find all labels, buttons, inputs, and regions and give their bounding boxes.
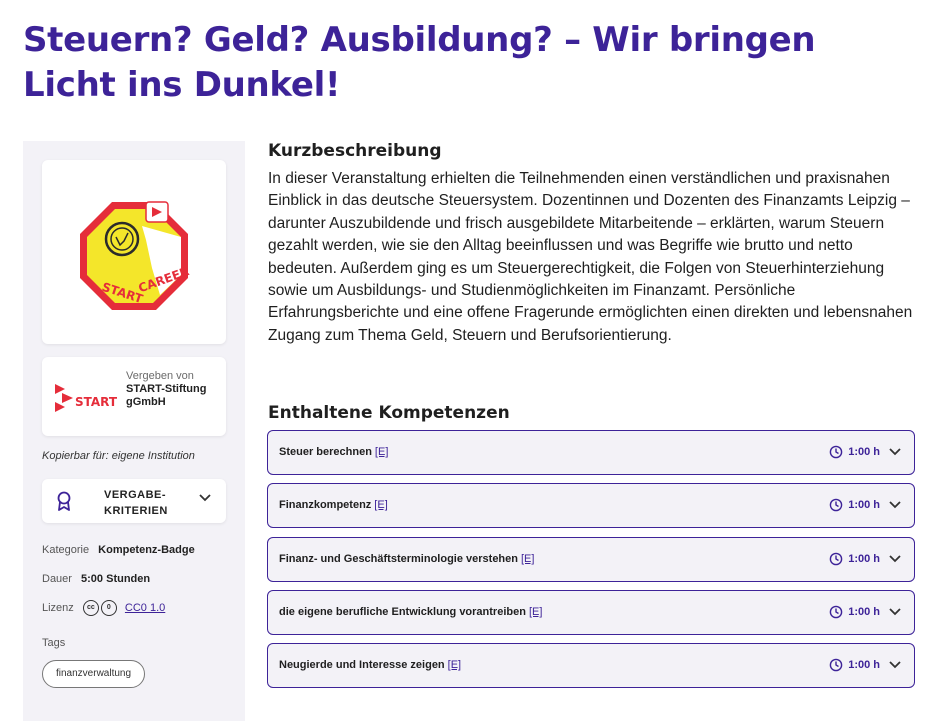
competency-item[interactable]: Finanzkompetenz [E] 1:00 h xyxy=(267,483,915,528)
clock-icon xyxy=(829,658,843,672)
duration-label: Dauer xyxy=(42,573,72,585)
competency-name: Steuer berechnen xyxy=(279,446,372,458)
badge-sidebar: START CAREER START Vergeben von START-St… xyxy=(23,141,245,721)
competency-name: die eigene berufliche Entwicklung vorant… xyxy=(279,606,526,618)
cc-icon: cc xyxy=(82,600,99,616)
competency-duration: 1:00 h xyxy=(848,446,880,458)
clock-icon xyxy=(829,498,843,512)
description-heading: Kurzbeschreibung xyxy=(268,141,442,161)
copyable-note: Kopierbar für: eigene Institution xyxy=(42,450,195,462)
clock-icon xyxy=(829,552,843,566)
category-value: Kompetenz-Badge xyxy=(98,544,195,556)
competency-duration: 1:00 h xyxy=(848,659,880,671)
competencies-heading: Enthaltene Kompetenzen xyxy=(268,403,510,423)
competency-item[interactable]: Steuer berechnen [E] 1:00 h xyxy=(267,430,915,475)
tag-finanzverwaltung[interactable]: finanzverwaltung xyxy=(42,660,146,688)
issuer-caption: Vergeben von xyxy=(126,370,194,382)
competency-name: Finanzkompetenz xyxy=(279,499,372,511)
clock-icon xyxy=(829,445,843,459)
esco-link[interactable]: [E] xyxy=(374,499,387,511)
duration-value: 5:00 Stunden xyxy=(81,573,151,585)
license-label: Lizenz xyxy=(42,601,74,614)
zero-icon: 0 xyxy=(100,600,117,616)
license-link[interactable]: CC0 1.0 xyxy=(125,602,165,614)
competency-item[interactable]: Finanz- und Geschäftsterminologie verste… xyxy=(267,537,915,582)
award-criteria-label: VERGABE-KRITERIEN xyxy=(104,489,168,517)
chevron-down-icon xyxy=(889,661,901,669)
competency-name: Finanz- und Geschäftsterminologie verste… xyxy=(279,553,518,565)
competency-duration: 1:00 h xyxy=(848,606,880,618)
esco-link[interactable]: [E] xyxy=(521,553,534,565)
duration-row: Dauer 5:00 Stunden xyxy=(42,573,150,585)
competency-duration: 1:00 h xyxy=(848,553,880,565)
description-section: Kurzbeschreibung xyxy=(268,141,918,161)
page-title: Steuern? Geld? Ausbildung? – Wir bringen… xyxy=(23,20,816,105)
competency-item[interactable]: Neugierde und Interesse zeigen [E] 1:00 h xyxy=(267,643,915,688)
competency-duration: 1:00 h xyxy=(848,499,880,511)
issuer-card[interactable]: START Vergeben von START-Stiftung gGmbH xyxy=(42,357,226,436)
category-label: Kategorie xyxy=(42,544,90,556)
chevron-down-icon xyxy=(199,494,211,502)
chevron-down-icon xyxy=(889,608,901,616)
esco-link[interactable]: [E] xyxy=(448,659,461,671)
svg-text:START: START xyxy=(75,395,117,409)
chevron-down-icon xyxy=(889,501,901,509)
license-row: Lizenz cc 0 CC0 1.0 xyxy=(42,600,165,616)
competency-name: Neugierde und Interesse zeigen xyxy=(279,659,445,671)
description-text: In dieser Veranstaltung erhielten die Te… xyxy=(268,170,913,344)
clock-icon xyxy=(829,605,843,619)
start-logo: START xyxy=(53,381,118,418)
badge-image-card: START CAREER xyxy=(42,160,226,344)
chevron-down-icon xyxy=(889,448,901,456)
award-criteria-toggle[interactable]: VERGABE-KRITERIEN xyxy=(42,479,226,523)
chevron-down-icon xyxy=(889,555,901,563)
tags-label: Tags xyxy=(42,637,66,649)
esco-link[interactable]: [E] xyxy=(529,606,542,618)
category-row: Kategorie Kompetenz-Badge xyxy=(42,544,195,556)
start-career-badge: START CAREER xyxy=(80,201,191,310)
issuer-name[interactable]: START-Stiftung gGmbH xyxy=(126,383,218,409)
competency-item[interactable]: die eigene berufliche Entwicklung vorant… xyxy=(267,590,915,635)
award-ribbon-icon xyxy=(57,491,71,511)
esco-link[interactable]: [E] xyxy=(375,446,388,458)
